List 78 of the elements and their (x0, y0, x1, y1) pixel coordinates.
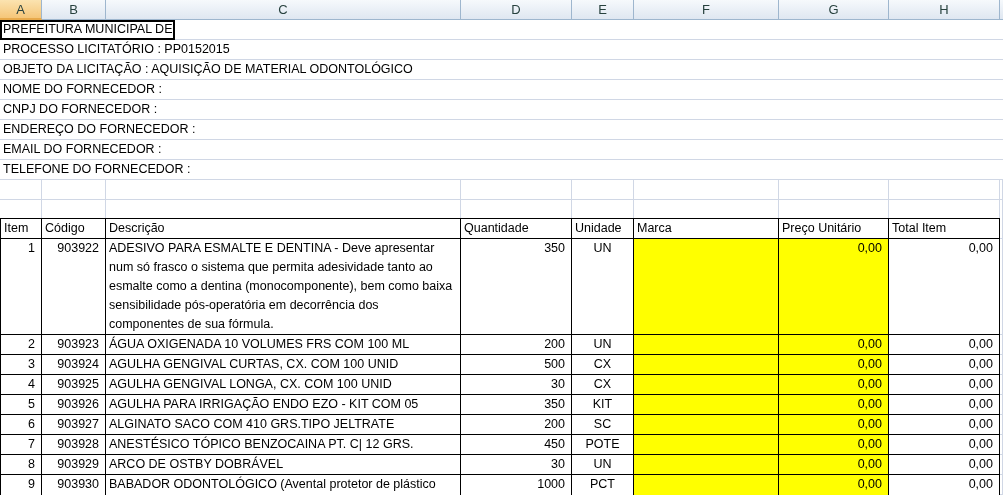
column-heading: Código (42, 218, 106, 239)
sheet-text: NOME DO FORNECEDOR : (2, 81, 164, 98)
quantity-cell: 450 (461, 435, 572, 455)
code-cell: 903925 (42, 375, 106, 395)
column-header[interactable]: E (572, 0, 634, 20)
column-heading: Marca (634, 218, 779, 239)
unit-price-cell: 0,00 (779, 239, 889, 335)
code-cell: 903924 (42, 355, 106, 375)
quantity-cell: 30 (461, 455, 572, 475)
quantity-cell: 1000 (461, 475, 572, 495)
sheet-text: PROCESSO LICITATÓRIO : PP0152015 (2, 40, 231, 58)
column-heading: Descrição (106, 218, 461, 239)
total-cell: 0,00 (889, 239, 1000, 335)
unit-price-cell: 0,00 (779, 435, 889, 455)
item-number-cell: 4 (0, 375, 42, 395)
unit-price-cell: 0,00 (779, 455, 889, 475)
sheet-text: ENDEREÇO DO FORNECEDOR : (2, 121, 197, 138)
description-cell: ÁGUA OXIGENADA 10 VOLUMES FRS COM 100 ML (106, 335, 461, 355)
description-cell: ANESTÉSICO TÓPICO BENZOCAINA PT. C| 12 GRS. (106, 435, 461, 455)
code-cell: 903923 (42, 335, 106, 355)
quantity-cell: 30 (461, 375, 572, 395)
sheet-text: TELEFONE DO FORNECEDOR : (2, 161, 192, 178)
description-cell: AGULHA GENGIVAL CURTAS, CX. COM 100 UNID (106, 355, 461, 375)
quantity-cell: 200 (461, 335, 572, 355)
item-number-cell: 8 (0, 455, 42, 475)
column-heading: Quantidade (461, 218, 572, 239)
column-heading: Item (0, 218, 42, 239)
quantity-cell: 350 (461, 395, 572, 415)
description-cell: BABADOR ODONTOLÓGICO (Avental protetor de plástico (106, 475, 461, 495)
description-cell: AGULHA PARA IRRIGAÇÃO ENDO EZO - KIT COM 05 (106, 395, 461, 415)
column-heading: Unidade (572, 218, 634, 239)
item-number-cell: 1 (0, 239, 42, 335)
item-number-cell: 9 (0, 475, 42, 495)
sheet-text: EMAIL DO FORNECEDOR : (2, 141, 163, 158)
column-header[interactable]: G (779, 0, 889, 20)
quantity-cell: 200 (461, 415, 572, 435)
total-cell: 0,00 (889, 375, 1000, 395)
sheet-text: OBJETO DA LICITAÇÃO : AQUISIÇÃO DE MATERIAL ODONTOLÓGICO (2, 60, 414, 78)
quantity-cell: 500 (461, 355, 572, 375)
code-cell: 903928 (42, 435, 106, 455)
description-cell: ADESIVO PARA ESMALTE E DENTINA - Deve apresentar num só frasco o sistema que permita adesividade tanto ao esmalte como a dentina (monocomponente), bem como baixa sensibilidade pós-operatória em decorrência dos componentes de sua fórmula. (106, 239, 461, 335)
column-heading: Preço Unitário (779, 218, 889, 239)
column-header[interactable]: B (42, 0, 106, 20)
code-cell: 903930 (42, 475, 106, 495)
column-heading: Total Item (889, 218, 1000, 239)
unit-price-cell: 0,00 (779, 335, 889, 355)
column-header[interactable]: C (106, 0, 461, 20)
item-number-cell: 6 (0, 415, 42, 435)
total-cell: 0,00 (889, 355, 1000, 375)
unit-price-cell: 0,00 (779, 395, 889, 415)
total-cell: 0,00 (889, 395, 1000, 415)
item-number-cell: 5 (0, 395, 42, 415)
total-cell: 0,00 (889, 415, 1000, 435)
column-header[interactable]: F (634, 0, 779, 20)
total-cell: 0,00 (889, 435, 1000, 455)
sheet-text: PREFEITURA MUNICIPAL DE (0, 20, 176, 40)
total-cell: 0,00 (889, 335, 1000, 355)
sheet-text: CNPJ DO FORNECEDOR : (2, 101, 159, 118)
column-header[interactable]: D (461, 0, 572, 20)
code-cell: 903922 (42, 239, 106, 335)
unit-price-cell: 0,00 (779, 375, 889, 395)
unit-price-cell: 0,00 (779, 475, 889, 495)
description-cell: ARCO DE OSTBY DOBRÁVEL (106, 455, 461, 475)
description-cell: ALGINATO SACO COM 410 GRS.TIPO JELTRATE (106, 415, 461, 435)
description-cell: AGULHA GENGIVAL LONGA, CX. COM 100 UNID (106, 375, 461, 395)
total-cell: 0,00 (889, 475, 1000, 495)
code-cell: 903929 (42, 455, 106, 475)
total-cell: 0,00 (889, 455, 1000, 475)
unit-price-cell: 0,00 (779, 355, 889, 375)
column-header[interactable]: A (0, 0, 42, 20)
item-number-cell: 7 (0, 435, 42, 455)
code-cell: 903927 (42, 415, 106, 435)
item-number-cell: 2 (0, 335, 42, 355)
column-header[interactable]: H (889, 0, 1000, 20)
item-number-cell: 3 (0, 355, 42, 375)
quantity-cell: 350 (461, 239, 572, 335)
code-cell: 903926 (42, 395, 106, 415)
unit-price-cell: 0,00 (779, 415, 889, 435)
